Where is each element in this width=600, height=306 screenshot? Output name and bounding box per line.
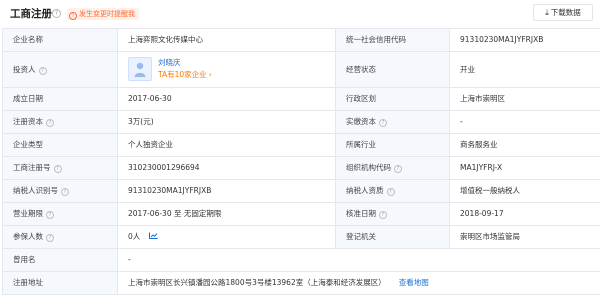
- company-name-label: 企业名称: [2, 28, 118, 52]
- table-row: 参保人数? 0人 登记机关 崇明区市场监管局: [2, 225, 600, 249]
- table-row: 曾用名 -: [2, 248, 600, 272]
- chevron-right-icon: ›: [208, 70, 212, 79]
- reg-number-value: 310230001296694: [117, 156, 336, 180]
- industry-value: 商务服务业: [449, 133, 600, 157]
- approval-date-label: 核准日期: [346, 209, 376, 218]
- business-term-label-cell: 营业期限?: [2, 202, 118, 226]
- help-circle-icon[interactable]: ?: [52, 9, 61, 18]
- business-term-value: 2017-06-30 至 无固定期限: [117, 202, 336, 226]
- insured-count-label: 参保人数: [13, 232, 43, 241]
- region-value: 上海市崇明区: [449, 87, 600, 111]
- org-code-label: 组织机构代码: [346, 163, 391, 172]
- business-term-label: 营业期限: [13, 209, 43, 218]
- investor-name-link[interactable]: 刘晓庆: [158, 58, 181, 68]
- help-circle-icon[interactable]: ?: [46, 211, 54, 219]
- company-type-label: 企业类型: [2, 133, 118, 157]
- download-data-button[interactable]: ⤓ 下载数据: [533, 4, 593, 21]
- founded-label: 成立日期: [2, 87, 118, 111]
- table-row: 工商注册号? 310230001296694 组织机构代码? MA1JYFRJ-…: [2, 156, 600, 180]
- table-row: 注册地址 上海市崇明区长兴镇潘园公路1800号3号楼13962室（上海泰和经济发…: [2, 271, 600, 295]
- org-code-value: MA1JYFRJ-X: [449, 156, 600, 180]
- approval-date-value: 2018-09-17: [449, 202, 600, 226]
- registration-info-table: 企业名称 上海弈熙文化传媒中心 统一社会信用代码 91310230MA1JYFR…: [2, 28, 600, 295]
- capital-value: 3万(元): [117, 110, 336, 134]
- table-row: 成立日期 2017-06-30 行政区划 上海市崇明区: [2, 87, 600, 111]
- tax-id-label: 纳税人识别号: [13, 186, 58, 195]
- capital-label-cell: 注册资本?: [2, 110, 118, 134]
- tax-id-value: 91310230MA1JYFRJXB: [117, 179, 336, 203]
- help-circle-icon[interactable]: ?: [46, 234, 54, 242]
- industry-label: 所属行业: [335, 133, 450, 157]
- investor-label: 投资人: [13, 64, 36, 74]
- change-alert-label: 发生变更时提醒我: [79, 10, 135, 18]
- credit-code-label: 统一社会信用代码: [335, 28, 450, 52]
- tax-qualification-value: 增值税一般纳税人: [449, 179, 600, 203]
- view-map-link[interactable]: 查看地图: [399, 278, 429, 287]
- insured-count-value: 0人: [128, 232, 141, 241]
- insured-count-cell: 0人: [117, 225, 336, 249]
- former-name-value: -: [117, 248, 600, 272]
- help-circle-icon[interactable]: ?: [53, 165, 62, 173]
- paid-capital-label-cell: 实缴资本?: [335, 110, 450, 134]
- download-arrow-icon: ⤓: [545, 8, 549, 17]
- investor-companies-link[interactable]: TA有10家企业 ›: [158, 70, 212, 80]
- paid-capital-label: 实缴资本: [346, 117, 376, 126]
- registration-authority-label: 登记机关: [335, 225, 450, 249]
- table-row: 企业类型 个人独资企业 所属行业 商务服务业: [2, 133, 600, 157]
- investor-cell: 刘晓庆 TA有10家企业 ›: [117, 51, 336, 88]
- help-circle-icon[interactable]: ?: [379, 119, 387, 127]
- address-value: 上海市崇明区长兴镇潘园公路1800号3号楼13962室（上海泰和经济发展区）: [128, 278, 386, 287]
- table-row: 注册资本? 3万(元) 实缴资本? -: [2, 110, 600, 134]
- approval-date-label-cell: 核准日期?: [335, 202, 450, 226]
- credit-code-value: 91310230MA1JYFRJXB: [449, 28, 600, 52]
- person-icon: [134, 62, 146, 77]
- table-row: 纳税人识别号? 91310230MA1JYFRJXB 纳税人资质? 增值税一般纳…: [2, 179, 600, 203]
- help-circle-icon[interactable]: ?: [46, 119, 54, 127]
- former-name-label: 曾用名: [2, 248, 118, 272]
- investor-companies-label: TA有10家企业: [158, 70, 207, 79]
- address-cell: 上海市崇明区长兴镇潘园公路1800号3号楼13962室（上海泰和经济发展区） 查看…: [117, 271, 600, 295]
- alert-circle-icon: !: [69, 12, 77, 20]
- table-row: 企业名称 上海弈熙文化传媒中心 统一社会信用代码 91310230MA1JYFR…: [2, 28, 600, 52]
- founded-value: 2017-06-30: [117, 87, 336, 111]
- region-label: 行政区划: [335, 87, 450, 111]
- paid-capital-value: -: [449, 110, 600, 134]
- change-alert-button[interactable]: ! 发生变更时提醒我: [67, 8, 139, 20]
- org-code-label-cell: 组织机构代码?: [335, 156, 450, 180]
- status-label: 经营状态: [335, 51, 450, 88]
- help-circle-icon[interactable]: ?: [38, 66, 47, 75]
- tax-qualification-label: 纳税人资质: [346, 186, 384, 195]
- help-circle-icon[interactable]: ?: [386, 188, 395, 196]
- tax-id-label-cell: 纳税人识别号?: [2, 179, 118, 203]
- company-name-value: 上海弈熙文化传媒中心: [117, 28, 336, 52]
- reg-number-label: 工商注册号: [13, 163, 51, 172]
- capital-label: 注册资本: [13, 117, 43, 126]
- company-type-value: 个人独资企业: [117, 133, 336, 157]
- trend-chart-icon[interactable]: [149, 232, 158, 239]
- section-title: 工商注册: [10, 8, 52, 20]
- avatar[interactable]: [128, 57, 152, 81]
- investor-label-cell: 投资人?: [2, 51, 118, 88]
- reg-number-label-cell: 工商注册号?: [2, 156, 118, 180]
- address-label: 注册地址: [2, 271, 118, 295]
- registration-authority-value: 崇明区市场监管局: [449, 225, 600, 249]
- help-circle-icon[interactable]: ?: [394, 165, 402, 173]
- download-data-label: 下载数据: [550, 8, 581, 17]
- status-value: 开业: [449, 51, 600, 88]
- section-header: 工商注册 ? ! 发生变更时提醒我 ⤓ 下载数据: [0, 0, 600, 28]
- table-row: 营业期限? 2017-06-30 至 无固定期限 核准日期? 2018-09-1…: [2, 202, 600, 226]
- insured-count-label-cell: 参保人数?: [2, 225, 118, 249]
- table-row: 投资人? 刘晓庆 TA有10家企业 › 经营状态 开业: [2, 51, 600, 88]
- help-circle-icon[interactable]: ?: [61, 188, 69, 196]
- help-circle-icon[interactable]: ?: [379, 211, 387, 219]
- tax-qualification-label-cell: 纳税人资质?: [335, 179, 450, 203]
